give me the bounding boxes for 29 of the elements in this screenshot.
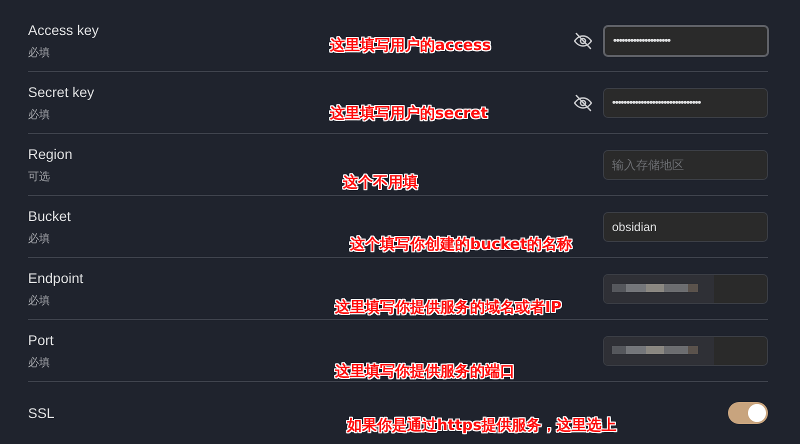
annotation-text: 这里填写用户的secret: [330, 104, 488, 123]
input-field[interactable]: 输入存储地区: [603, 150, 768, 180]
input-field[interactable]: obsidian: [603, 212, 768, 242]
setting-description: 必填: [28, 232, 50, 246]
setting-description: 必填: [28, 356, 50, 370]
setting-label: Endpoint: [28, 270, 84, 286]
setting-description: 必填: [28, 46, 50, 60]
setting-label: Access key: [28, 22, 99, 38]
input-field[interactable]: ••••••••••••••••••••: [603, 24, 769, 56]
setting-description: 必填: [28, 108, 50, 122]
annotation-text: 这个填写你创建的bucket的名称: [350, 235, 572, 254]
annotation-text: 这里填写你提供服务的域名或者IP: [335, 298, 562, 317]
input-field[interactable]: [603, 336, 768, 366]
input-field[interactable]: [603, 274, 768, 304]
setting-label: Region: [28, 146, 72, 162]
annotation-text: 这个不用填: [343, 173, 418, 192]
annotation-text: 如果你是通过https提供服务，这里选上: [347, 416, 617, 435]
setting-label: Bucket: [28, 208, 71, 224]
setting-label: SSL: [28, 405, 54, 421]
annotation-text: 这里填写用户的access: [330, 36, 491, 55]
setting-label: Secret key: [28, 84, 94, 100]
annotation-text: 这里填写你提供服务的端口: [335, 362, 515, 381]
setting-description: 必填: [28, 294, 50, 308]
eye-slash-icon[interactable]: [573, 92, 593, 112]
eye-slash-icon[interactable]: [573, 30, 593, 50]
toggle-switch[interactable]: [728, 402, 768, 424]
setting-label: Port: [28, 332, 54, 348]
setting-description: 可选: [28, 170, 50, 184]
input-field[interactable]: •••••••••••••••••••••••••••••••: [603, 88, 768, 118]
